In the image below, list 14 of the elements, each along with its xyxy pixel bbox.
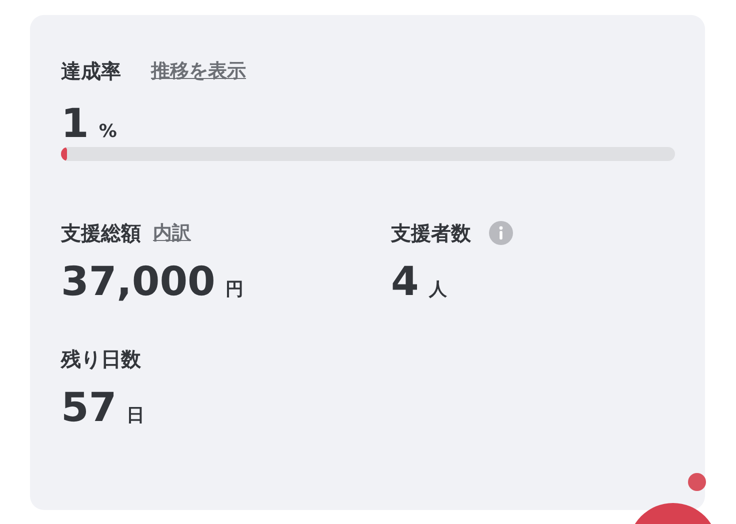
- stat-value: 37,000: [61, 259, 216, 305]
- stat-unit: 円: [225, 278, 244, 301]
- percent-unit: %: [98, 121, 117, 142]
- stat-label: 残り日数: [61, 346, 141, 372]
- stat-value: 4: [391, 259, 419, 305]
- achievement-label: 達成率: [61, 58, 121, 84]
- stat-value: 57: [61, 385, 117, 431]
- history-link[interactable]: 推移を表示: [151, 58, 246, 84]
- stat-unit: 日: [126, 404, 145, 427]
- stat-label: 支援総額: [61, 220, 141, 246]
- breakdown-link[interactable]: 内訳: [153, 220, 191, 246]
- stat-unit: 人: [428, 278, 447, 301]
- stat-label: 支援者数: [391, 220, 471, 246]
- achievement-value: 1: [61, 101, 89, 147]
